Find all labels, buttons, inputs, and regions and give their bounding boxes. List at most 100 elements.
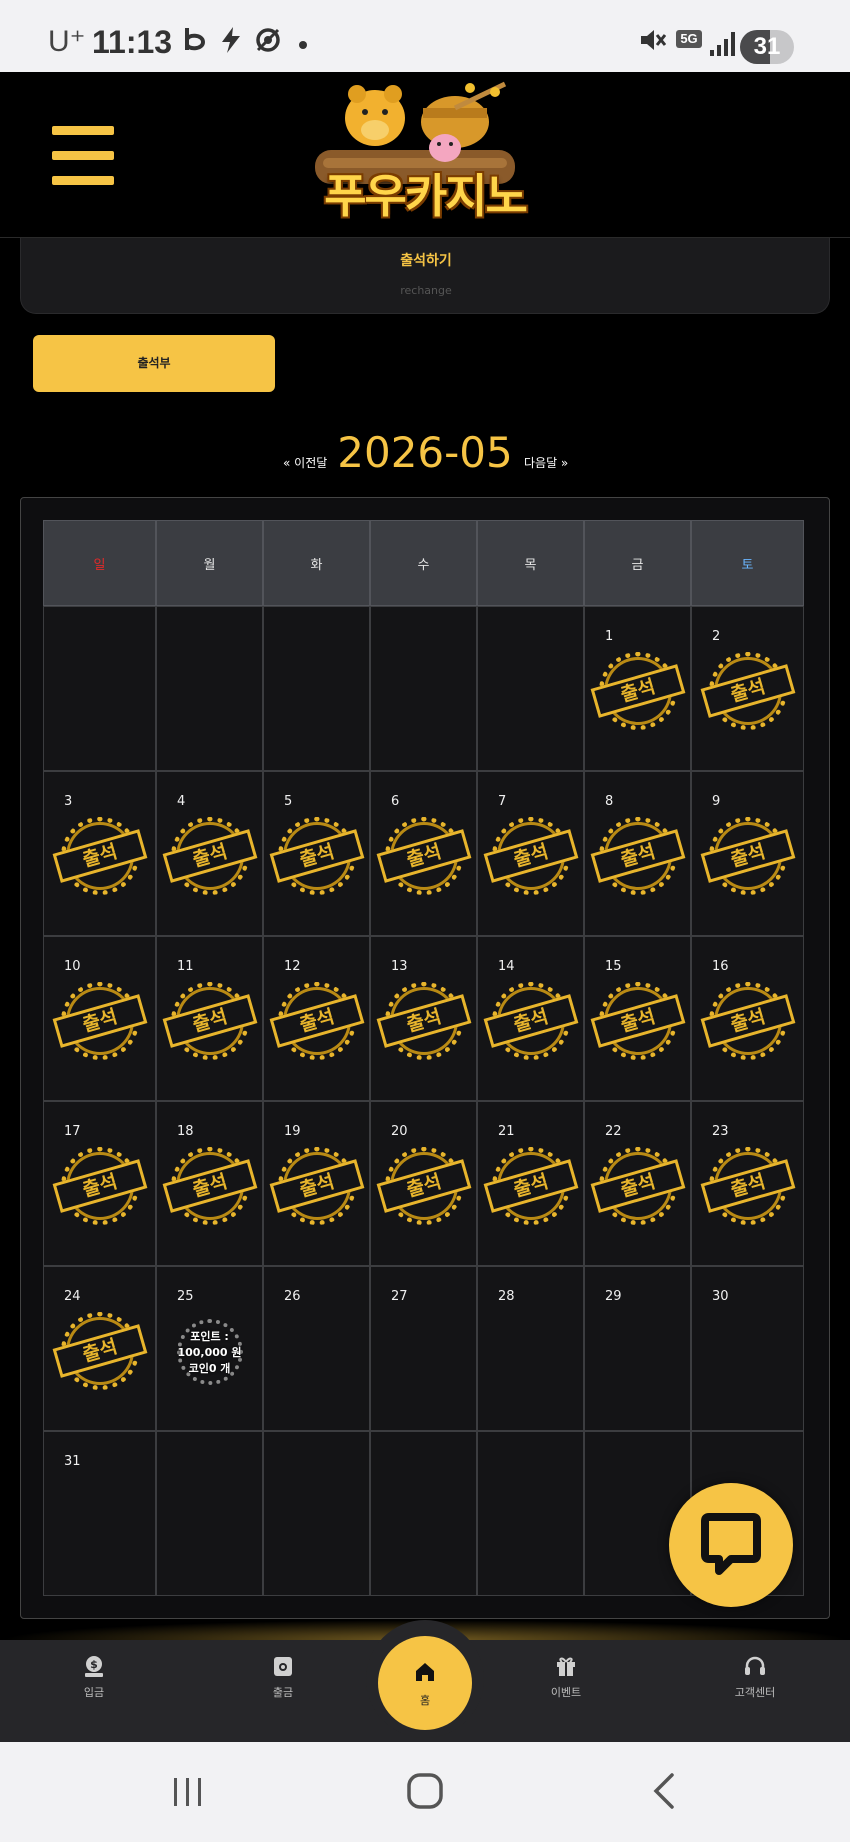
- day-number: 11: [177, 959, 194, 974]
- attendance-stamp: 출석: [590, 652, 685, 730]
- attendance-book-button[interactable]: 출석부: [33, 335, 275, 392]
- attendance-stamp: 출석: [700, 1147, 795, 1225]
- point-stamp-line1: 포인트 :: [190, 1330, 229, 1343]
- attendance-stamp: 출석: [700, 652, 795, 730]
- day-number: 20: [391, 1124, 408, 1139]
- logo-text: 푸우카지노: [324, 169, 528, 223]
- nav-home[interactable]: 홈: [378, 1636, 472, 1730]
- nav-event-label: 이벤트: [550, 1686, 582, 1699]
- weekday-thu: 목: [477, 520, 584, 606]
- calendar-day: 22 출석: [584, 1101, 691, 1266]
- calendar-empty-cell: [156, 1431, 263, 1596]
- calendar-day: 3 출석: [43, 771, 156, 936]
- attendance-stamp: 출석: [269, 817, 364, 895]
- vpn-icon: [256, 28, 280, 52]
- calendar-day: 12 출석: [263, 936, 370, 1101]
- calendar-day: 2 출석: [691, 606, 804, 771]
- attendance-stamp: 출석: [52, 1147, 147, 1225]
- day-number: 23: [712, 1124, 729, 1139]
- calendar-day: 18 출석: [156, 1101, 263, 1266]
- day-number: 18: [177, 1124, 194, 1139]
- calendar-day: 9 출석: [691, 771, 804, 936]
- attendance-stamp: 출석: [376, 982, 471, 1060]
- day-number: 8: [605, 794, 614, 809]
- calendar-grid: 일 월 화 수 목 금 토 1 출석 2 출석 3 출석 4 출석 5 출석 6 출석 7 출석 8 출석 9 출…: [43, 520, 829, 1596]
- nav-support-label: 고객센터: [734, 1686, 776, 1699]
- calendar-day: 15 출석: [584, 936, 691, 1101]
- nav-event[interactable]: 이벤트: [506, 1654, 626, 1700]
- calendar-empty-cell: [263, 606, 370, 771]
- svg-text:$: $: [90, 1658, 98, 1671]
- month-title: 2026-05: [337, 428, 513, 477]
- calendar-empty-cell: [477, 606, 584, 771]
- site-logo[interactable]: 푸우카지노: [305, 78, 545, 234]
- attendance-stamp: 출석: [483, 982, 578, 1060]
- clock: 11:13: [92, 24, 173, 60]
- next-month-link[interactable]: 다음달 »: [524, 454, 568, 471]
- attendance-stamp: 출석: [52, 817, 147, 895]
- signal-icon: [710, 32, 735, 56]
- calendar-day: 10 출석: [43, 936, 156, 1101]
- attendance-stamp: 출석: [700, 817, 795, 895]
- calendar-day: 27: [370, 1266, 477, 1431]
- day-number: 17: [64, 1124, 81, 1139]
- calendar-day: 28: [477, 1266, 584, 1431]
- nav-deposit[interactable]: $ 입금: [34, 1654, 154, 1700]
- attendance-stamp: 출석: [590, 1147, 685, 1225]
- site-header: 푸우카지노: [0, 72, 850, 238]
- prev-month-link[interactable]: « 이전달: [283, 454, 327, 471]
- notification-dot-icon: [299, 41, 307, 49]
- carrier-label: U⁺: [48, 25, 86, 58]
- attendance-stamp: 출석: [700, 982, 795, 1060]
- day-number: 14: [498, 959, 515, 974]
- day-number: 27: [391, 1289, 408, 1304]
- back-icon[interactable]: [648, 1772, 680, 1810]
- mute-icon: [641, 30, 666, 50]
- calendar-day: 17 출석: [43, 1101, 156, 1266]
- attendance-stamp: 출석: [269, 1147, 364, 1225]
- gift-icon: [557, 1657, 575, 1676]
- day-number: 9: [712, 794, 721, 809]
- day-number: 31: [64, 1454, 81, 1469]
- calendar-day: 7 출석: [477, 771, 584, 936]
- day-number: 24: [64, 1289, 81, 1304]
- attendance-stamp: 출석: [376, 817, 471, 895]
- attendance-calendar: 일 월 화 수 목 금 토 1 출석 2 출석 3 출석 4 출석 5 출석 6 출석 7 출석 8 출석 9 출…: [20, 497, 830, 1619]
- calendar-day: 23 출석: [691, 1101, 804, 1266]
- attendance-stamp: 출석: [483, 1147, 578, 1225]
- hamburger-menu-icon[interactable]: [52, 126, 114, 185]
- nav-home-label: 홈: [419, 1694, 431, 1707]
- nav-withdraw-label: 출금: [272, 1686, 294, 1699]
- day-number: 16: [712, 959, 729, 974]
- nav-support[interactable]: 고객센터: [695, 1654, 815, 1700]
- calendar-day: 4 출석: [156, 771, 263, 936]
- recent-apps-icon[interactable]: [170, 1774, 206, 1810]
- calendar-empty-cell: [370, 606, 477, 771]
- calendar-day: 21 출석: [477, 1101, 584, 1266]
- attendance-stamp: 출석: [162, 1147, 257, 1225]
- attendance-stamp: 출석: [483, 817, 578, 895]
- calendar-empty-cell: [477, 1431, 584, 1596]
- point-stamp-line3: 코인0 개: [188, 1362, 231, 1375]
- day-number: 1: [605, 629, 614, 644]
- nav-withdraw[interactable]: 출금: [223, 1654, 343, 1700]
- home-system-icon[interactable]: [406, 1772, 444, 1810]
- calendar-day: 29: [584, 1266, 691, 1431]
- point-stamp-line2: 100,000 원: [177, 1346, 242, 1359]
- live-chat-button[interactable]: [669, 1483, 793, 1607]
- day-number: 12: [284, 959, 301, 974]
- calendar-empty-cell: [263, 1431, 370, 1596]
- weekday-wed: 수: [370, 520, 477, 606]
- weekday-tue: 화: [263, 520, 370, 606]
- day-number: 7: [498, 794, 507, 809]
- wallet-icon: [274, 1657, 292, 1676]
- calendar-day: 8 출석: [584, 771, 691, 936]
- attendance-card: 출석하기 rechange: [20, 238, 830, 314]
- calendar-day: 26: [263, 1266, 370, 1431]
- calendar-day: 25 포인트 : 100,000 원 코인0 개: [156, 1266, 263, 1431]
- battery-indicator: 31: [740, 30, 794, 64]
- calendar-empty-cell: [43, 606, 156, 771]
- status-bar: U⁺ 11:13 5G 31: [0, 0, 850, 72]
- attendance-stamp: 출석: [376, 1147, 471, 1225]
- day-number: 6: [391, 794, 400, 809]
